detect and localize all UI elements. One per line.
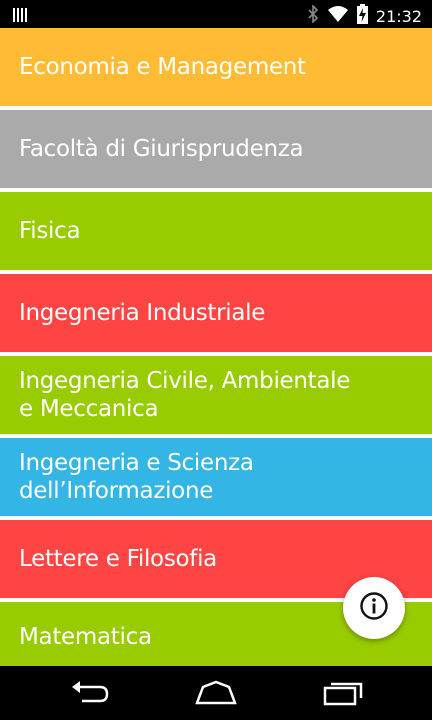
list-item-label: Matematica: [19, 624, 152, 650]
recents-icon[interactable]: [322, 679, 364, 711]
list-item-label: Ingegneria Civile, Ambientale e Meccanic…: [19, 368, 351, 422]
info-button[interactable]: [343, 577, 405, 639]
list-item-label: Fisica: [19, 218, 81, 244]
list-item[interactable]: Ingegneria e Scienza dell’Informazione: [0, 438, 432, 518]
wifi-icon: [327, 5, 349, 27]
list-item-label: Ingegneria e Scienza dell’Informazione: [19, 450, 254, 504]
home-icon[interactable]: [194, 679, 238, 711]
list-item[interactable]: Economia e Management: [0, 28, 432, 108]
list-item-label: Lettere e Filosofia: [19, 546, 217, 572]
list-item-label: Economia e Management: [19, 54, 306, 80]
signal-bars-icon: [13, 7, 27, 26]
back-icon[interactable]: [70, 679, 110, 711]
faculty-list: Economia e Management Facoltà di Giurisp…: [0, 28, 432, 666]
bluetooth-icon: [307, 4, 319, 27]
battery-charging-icon: [356, 4, 368, 28]
navigation-bar: [0, 666, 432, 720]
list-item[interactable]: Ingegneria Industriale: [0, 274, 432, 354]
list-item-label: Ingegneria Industriale: [19, 300, 266, 326]
status-bar: 21:32: [0, 0, 432, 28]
status-time: 21:32: [375, 6, 422, 26]
list-item-label: Facoltà di Giurisprudenza: [19, 136, 304, 162]
info-icon: [359, 591, 389, 625]
list-item[interactable]: Facoltà di Giurisprudenza: [0, 110, 432, 190]
list-item[interactable]: Fisica: [0, 192, 432, 272]
list-item[interactable]: Ingegneria Civile, Ambientale e Meccanic…: [0, 356, 432, 436]
